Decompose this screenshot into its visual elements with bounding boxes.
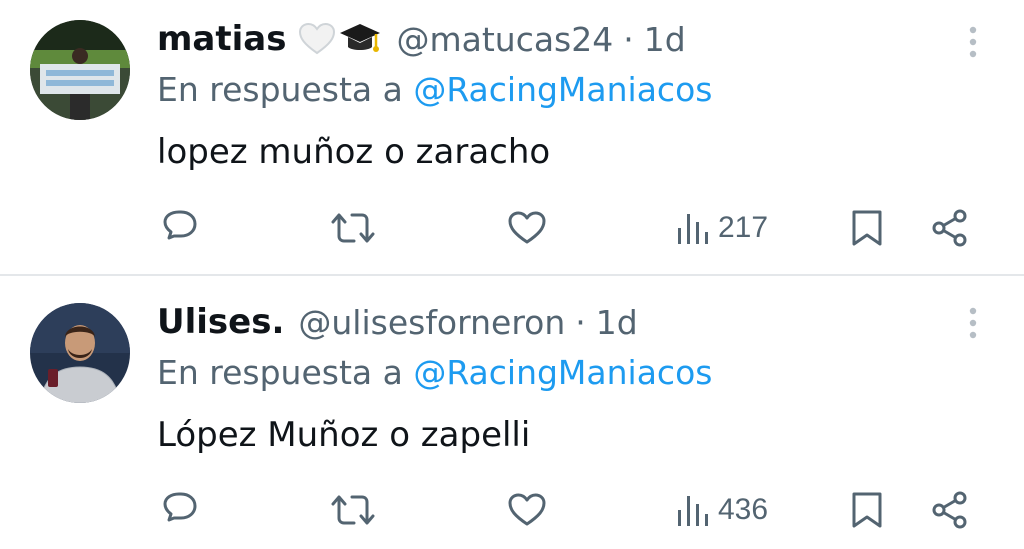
share-icon — [932, 209, 967, 247]
bookmark-button[interactable] — [850, 205, 884, 251]
retweet-button[interactable] — [330, 205, 376, 251]
name-emoji — [298, 21, 382, 57]
like-icon — [508, 211, 546, 244]
tweet-header: Ulises. @ulisesforneron · 1d — [157, 299, 638, 345]
user-handle[interactable]: @ulisesforneron — [298, 303, 565, 342]
tweet-text: López Muñoz o zapelli — [157, 415, 531, 455]
reply-mention-link[interactable]: @RacingManiacos — [413, 353, 712, 392]
reply-prefix: En respuesta a — [157, 70, 403, 109]
share-button[interactable] — [930, 487, 970, 533]
timestamp[interactable]: 1d — [596, 303, 638, 342]
reply-context: En respuesta a @RacingManiacos — [157, 353, 712, 392]
reply-icon — [163, 210, 197, 240]
separator-dot: · — [575, 302, 586, 342]
share-button[interactable] — [930, 205, 970, 251]
views-button[interactable]: 217 — [676, 205, 768, 251]
reply-icon — [163, 492, 197, 522]
like-button[interactable] — [506, 487, 548, 533]
bookmark-icon — [852, 210, 882, 246]
bookmark-button[interactable] — [850, 487, 884, 533]
views-count: 436 — [718, 493, 769, 526]
avatar[interactable] — [30, 20, 130, 120]
tweet-text: lopez muñoz o zaracho — [157, 132, 551, 172]
action-bar: 217 — [0, 205, 1024, 251]
bookmark-icon — [852, 492, 882, 528]
separator-dot: · — [623, 19, 634, 59]
avatar[interactable] — [30, 303, 130, 403]
views-count: 217 — [718, 211, 769, 244]
reply-context: En respuesta a @RacingManiacos — [157, 70, 712, 109]
graduation-cap-icon — [340, 24, 381, 52]
share-icon — [932, 491, 967, 529]
retweet-icon — [331, 495, 375, 525]
tweet[interactable]: Ulises. @ulisesforneron · 1d En respuest… — [0, 277, 1024, 549]
user-handle[interactable]: @matucas24 — [396, 20, 613, 59]
retweet-button[interactable] — [330, 487, 376, 533]
like-button[interactable] — [506, 205, 548, 251]
like-icon — [508, 493, 546, 526]
display-name[interactable]: Ulises. — [157, 302, 284, 342]
reply-mention-link[interactable]: @RacingManiacos — [413, 70, 712, 109]
views-icon — [678, 214, 708, 244]
action-bar: 436 — [0, 487, 1024, 533]
views-icon — [678, 496, 708, 526]
tweet-header: matias @matucas24 · 1d — [157, 16, 686, 62]
display-name[interactable]: matias — [157, 19, 286, 59]
tweet-divider — [0, 274, 1024, 276]
reply-prefix: En respuesta a — [157, 353, 403, 392]
timestamp[interactable]: 1d — [644, 20, 686, 59]
retweet-icon — [331, 213, 375, 243]
more-icon[interactable] — [962, 24, 984, 60]
reply-button[interactable] — [160, 487, 200, 533]
reply-button[interactable] — [160, 205, 200, 251]
tweet[interactable]: matias @matucas24 · 1d En respuesta a @R… — [0, 0, 1024, 272]
more-icon[interactable] — [962, 305, 984, 341]
white-heart-icon — [299, 22, 336, 55]
views-button[interactable]: 436 — [676, 487, 768, 533]
